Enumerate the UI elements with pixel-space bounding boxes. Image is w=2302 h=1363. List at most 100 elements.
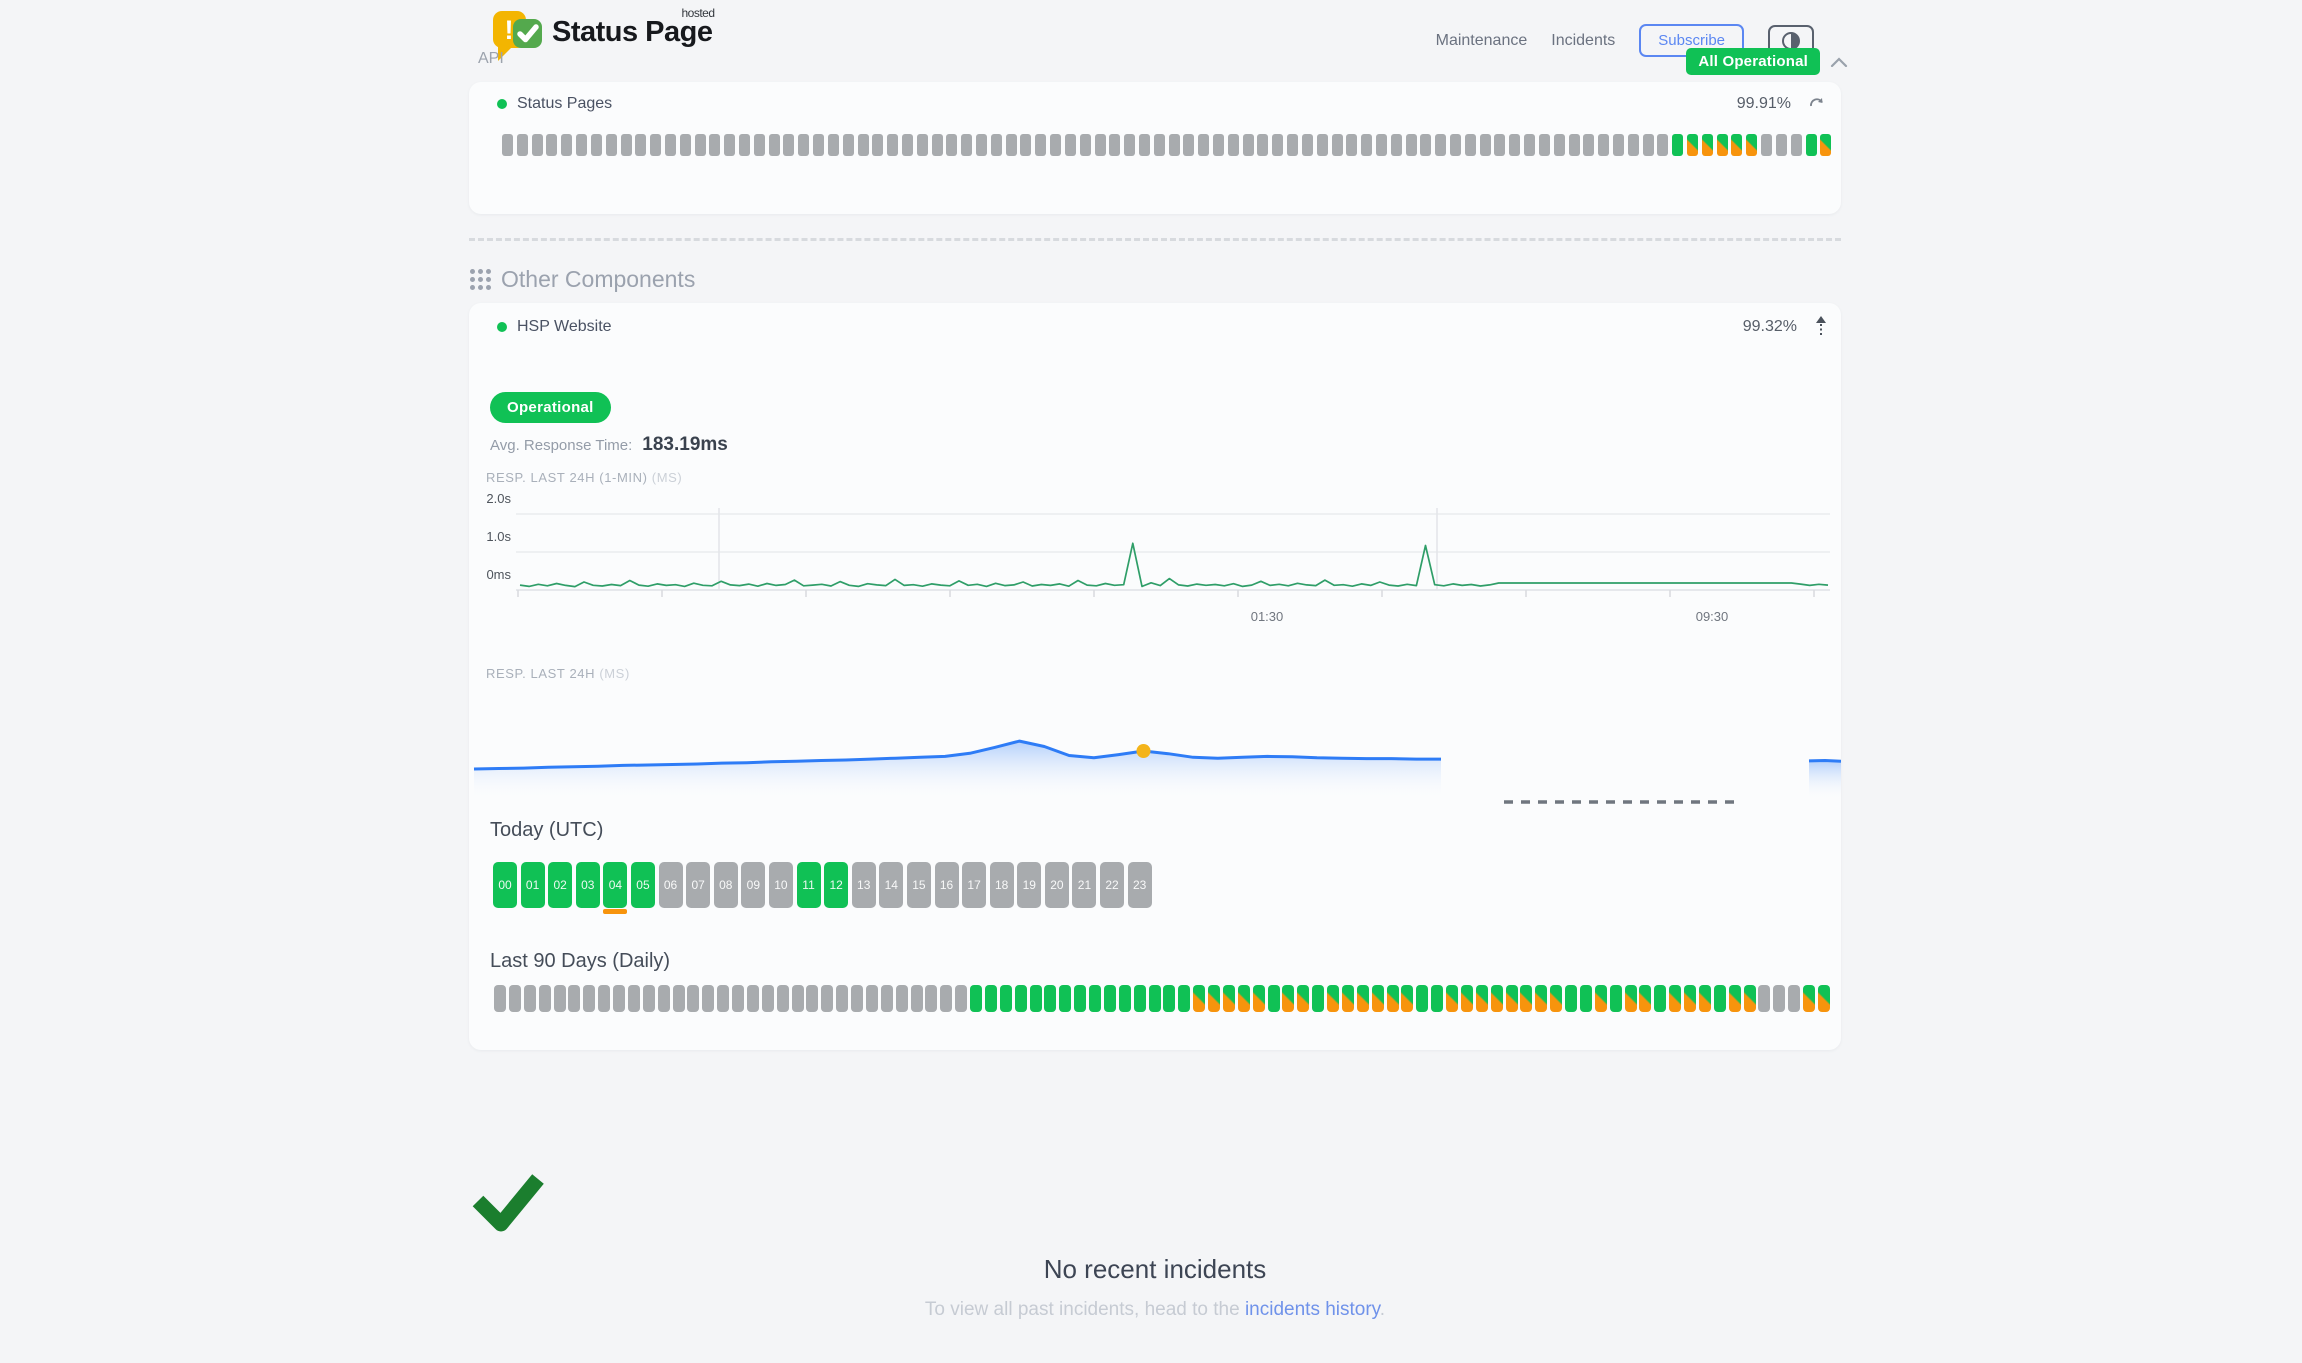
uptime-strip-status-pages (502, 134, 1832, 156)
uptime-bar (813, 134, 824, 156)
uptime-bar (1595, 985, 1607, 1012)
refresh-icon[interactable] (1809, 96, 1827, 112)
uptime-bar (769, 134, 780, 156)
brand-name: Status Page hosted (552, 16, 713, 49)
component-row-hsp-website: HSP Website 99.32% (469, 316, 1841, 338)
uptime-bar (985, 985, 997, 1012)
today-title: Today (UTC) (490, 819, 603, 842)
uptime-bar (568, 985, 580, 1012)
uptime-bar (635, 134, 646, 156)
uptime-bar (1059, 985, 1071, 1012)
uptime-bar (1020, 134, 1031, 156)
uptime-bar (1613, 134, 1624, 156)
uptime-bar (1446, 985, 1458, 1012)
uptime-bar (509, 985, 521, 1012)
uptime-bar (1178, 985, 1190, 1012)
nav-maintenance[interactable]: Maintenance (1436, 32, 1528, 50)
uptime-bar (1639, 985, 1651, 1012)
uptime-bar (1095, 134, 1106, 156)
hour-block-16: 16 (935, 862, 959, 908)
uptime-bar (1213, 134, 1224, 156)
component-row-status-pages: Status Pages 99.91% (469, 95, 1841, 113)
uptime-bar (1702, 134, 1713, 156)
uptime-bar (940, 985, 952, 1012)
uptime-bar (1124, 134, 1135, 156)
avg-response-label: Avg. Response Time: (490, 437, 632, 454)
trend-up-icon (1815, 316, 1827, 338)
uptime-bar (494, 985, 506, 1012)
hsp-website-card: HSP Website 99.32% Operational Avg. Resp… (469, 303, 1841, 1050)
uptime-bar (643, 985, 655, 1012)
hour-block-17: 17 (962, 862, 986, 908)
overall-status-row: All Operational (1686, 48, 1848, 75)
uptime-value: 99.32% (1743, 318, 1797, 336)
uptime-bar (1312, 985, 1324, 1012)
uptime-bar (739, 134, 750, 156)
uptime-bar (1480, 134, 1491, 156)
uptime-bar (1089, 985, 1101, 1012)
uptime-bar (613, 985, 625, 1012)
uptime-bar (955, 985, 967, 1012)
uptime-bar (1643, 134, 1654, 156)
uptime-bar (1154, 134, 1165, 156)
uptime-bar (1282, 985, 1294, 1012)
section-header-other-components: Other Components (470, 266, 695, 293)
uptime-bar (1806, 134, 1817, 156)
uptime-bar (1406, 134, 1417, 156)
uptime-bar (925, 985, 937, 1012)
uptime-bar (539, 985, 551, 1012)
app-logo[interactable]: ! Status Page hosted (490, 8, 713, 64)
chevron-up-icon[interactable] (1830, 57, 1848, 67)
uptime-bar (1761, 134, 1772, 156)
uptime-bar (517, 134, 528, 156)
uptime-bar (1598, 134, 1609, 156)
uptime-bar (1539, 134, 1550, 156)
uptime-bar (1520, 985, 1532, 1012)
uptime-bar (896, 985, 908, 1012)
hour-block-11: 11 (797, 862, 821, 908)
uptime-bar (546, 134, 557, 156)
uptime-bar (1000, 985, 1012, 1012)
hour-block-15: 15 (907, 862, 931, 908)
uptime-bar (554, 985, 566, 1012)
uptime-bar (1420, 134, 1431, 156)
hour-block-18: 18 (990, 862, 1014, 908)
uptime-bar (724, 134, 735, 156)
uptime-bar (1550, 985, 1562, 1012)
uptime-bar (1074, 985, 1086, 1012)
uptime-bar (524, 985, 536, 1012)
uptime-bar (1714, 985, 1726, 1012)
uptime-bar (792, 985, 804, 1012)
nav-incidents[interactable]: Incidents (1551, 32, 1615, 50)
uptime-bar (1327, 985, 1339, 1012)
uptime-bar (1820, 134, 1831, 156)
uptime-bar (1509, 134, 1520, 156)
uptime-bar (1149, 985, 1161, 1012)
uptime-bar (1006, 134, 1017, 156)
uptime-bar (881, 985, 893, 1012)
uptime-bar (754, 134, 765, 156)
uptime-bar (961, 134, 972, 156)
uptime-bar (1268, 985, 1280, 1012)
hour-block-22: 22 (1100, 862, 1124, 908)
check-icon (469, 1170, 1841, 1236)
section-title-other-components: Other Components (501, 266, 695, 293)
uptime-bar (687, 985, 699, 1012)
uptime-bar (1758, 985, 1770, 1012)
uptime-bar (1491, 985, 1503, 1012)
xtick-0930: 09:30 (1696, 609, 1729, 624)
section-title-api: API (478, 50, 504, 68)
incidents-history-line: To view all past incidents, head to the … (469, 1299, 1841, 1321)
uptime-bar (1317, 134, 1328, 156)
uptime-bar (1554, 134, 1565, 156)
hour-block-21: 21 (1072, 862, 1096, 908)
uptime-bar (658, 985, 670, 1012)
uptime-bar (991, 134, 1002, 156)
uptime-bar (628, 985, 640, 1012)
uptime-bar (591, 134, 602, 156)
hour-block-23: 23 (1128, 862, 1152, 908)
incidents-history-link[interactable]: incidents history (1245, 1299, 1380, 1320)
uptime-bar (1238, 985, 1250, 1012)
uptime-bar (1109, 134, 1120, 156)
uptime-bar (747, 985, 759, 1012)
